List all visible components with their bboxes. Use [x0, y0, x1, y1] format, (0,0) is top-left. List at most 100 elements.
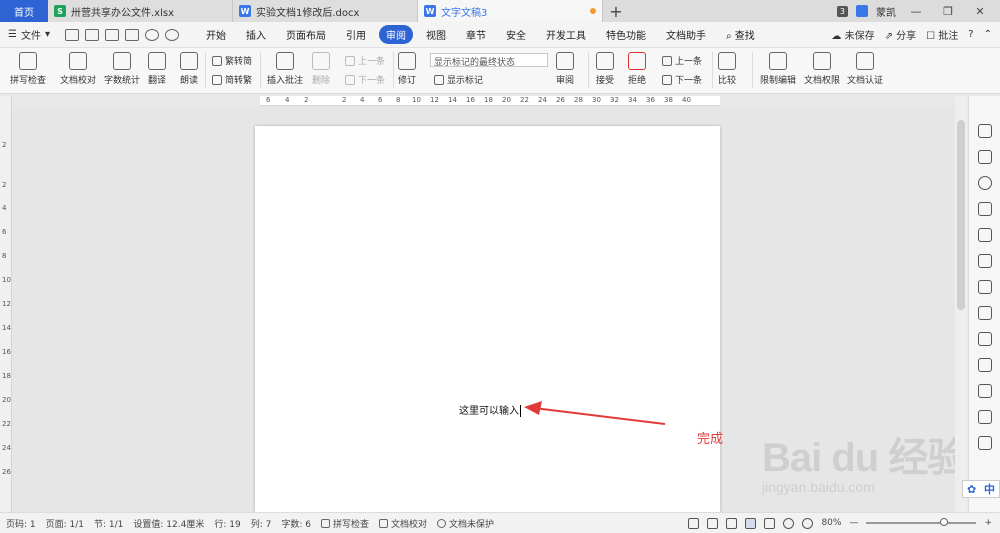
minimize-button[interactable]: —: [904, 5, 928, 18]
status-pages[interactable]: 页面: 1/1: [46, 517, 84, 530]
table-icon[interactable]: [978, 254, 992, 268]
undo-icon[interactable]: [145, 28, 159, 41]
image-icon[interactable]: [978, 384, 992, 398]
menu-page-layout[interactable]: 页面布局: [279, 25, 333, 44]
settings-icon[interactable]: [978, 436, 992, 450]
status-row[interactable]: 行: 19: [214, 517, 240, 530]
status-doc-proof[interactable]: 文档校对: [378, 517, 427, 530]
reading-view-icon[interactable]: [707, 517, 719, 529]
ime-indicator[interactable]: ✿ 中: [962, 480, 1000, 498]
zoom-slider[interactable]: [866, 518, 977, 526]
close-window-button[interactable]: ✕: [968, 5, 992, 18]
scrollbar-thumb[interactable]: [957, 120, 965, 310]
trad-to-simp-button[interactable]: 繁转简: [212, 54, 252, 67]
status-protection[interactable]: 文档未保护: [436, 517, 494, 530]
search-button[interactable]: ⌕ 查找: [719, 25, 762, 44]
sliders-icon[interactable]: [978, 332, 992, 346]
menu-home[interactable]: 开始: [199, 25, 233, 44]
doc-permission-button[interactable]: 文档权限: [804, 52, 840, 86]
menu-developer[interactable]: 开发工具: [539, 25, 593, 44]
insert-comment-button[interactable]: 插入批注: [267, 52, 303, 86]
save-icon[interactable]: [65, 28, 79, 41]
markup-mode-select[interactable]: 显示标记的最终状态: [430, 53, 548, 68]
menu-insert[interactable]: 插入: [239, 25, 273, 44]
zoom-in-button[interactable]: +: [984, 518, 992, 528]
print-preview-icon[interactable]: [125, 28, 139, 41]
web-view-icon[interactable]: [783, 517, 795, 529]
menu-chapter[interactable]: 章节: [459, 25, 493, 44]
unsaved-status[interactable]: ☁ 未保存: [831, 27, 874, 42]
new-tab-button[interactable]: +: [603, 0, 629, 22]
track-changes-button[interactable]: 修订: [398, 52, 416, 86]
export-icon[interactable]: [85, 28, 99, 41]
menu-review[interactable]: 审阅: [379, 25, 413, 44]
location-icon[interactable]: [978, 176, 992, 190]
eye-protect-icon[interactable]: [802, 517, 814, 529]
page-view-icon[interactable]: [745, 517, 757, 529]
pen-mode-icon[interactable]: [726, 517, 738, 529]
user-name[interactable]: 蒙凯: [876, 4, 896, 19]
menu-features[interactable]: 特色功能: [599, 25, 653, 44]
next-comment-button[interactable]: 下一条: [345, 73, 385, 86]
translate-button[interactable]: 翻译: [148, 52, 166, 86]
shapes-icon[interactable]: [978, 202, 992, 216]
file-menu[interactable]: ☰ 文件 ▾: [8, 27, 50, 42]
document-page[interactable]: [255, 126, 720, 512]
menu-references[interactable]: 引用: [339, 25, 373, 44]
tab-spreadsheet[interactable]: S 卅营共享办公文件.xlsx: [48, 0, 233, 22]
simp-to-trad-button[interactable]: 简转繁: [212, 73, 252, 86]
lock-icon[interactable]: [978, 358, 992, 372]
document-text[interactable]: 这里可以输入: [459, 402, 521, 417]
restrict-edit-button[interactable]: 限制编辑: [760, 52, 796, 86]
spell-check-button[interactable]: 拼写检查: [10, 52, 46, 86]
cursor-icon[interactable]: [978, 150, 992, 164]
window-count-badge[interactable]: 3: [836, 5, 848, 17]
fullscreen-icon[interactable]: [688, 517, 700, 529]
zoom-out-button[interactable]: —: [849, 518, 858, 528]
outline-view-icon[interactable]: [764, 517, 776, 529]
share-out-icon[interactable]: [978, 410, 992, 424]
next-change-button[interactable]: 下一条: [662, 73, 702, 86]
redo-icon[interactable]: [165, 28, 179, 41]
menu-doc-assistant[interactable]: 文档助手: [659, 25, 713, 44]
tab-docx[interactable]: W 实验文档1修改后.docx: [233, 0, 418, 22]
compare-button[interactable]: 比较: [718, 52, 736, 86]
simp-to-trad-icon: [212, 74, 222, 85]
prev-comment-button[interactable]: 上一条: [345, 54, 385, 67]
status-page-number[interactable]: 页码: 1: [6, 517, 36, 530]
zoom-slider-knob[interactable]: [939, 518, 948, 526]
print-icon[interactable]: [105, 28, 119, 41]
zoom-level[interactable]: 80%: [821, 518, 841, 528]
home-tab[interactable]: 首页: [0, 0, 48, 22]
accept-button[interactable]: 接受: [596, 52, 614, 86]
prev-change-button[interactable]: 上一条: [662, 54, 702, 67]
status-section[interactable]: 节: 1/1: [94, 517, 123, 530]
restore-button[interactable]: ❐: [936, 5, 960, 18]
reject-button[interactable]: 拒绝: [628, 52, 646, 86]
word-count-button[interactable]: 字数统计: [104, 52, 140, 86]
read-aloud-button[interactable]: 朗读: [180, 52, 198, 86]
user-avatar-icon[interactable]: [856, 5, 868, 17]
comment-button[interactable]: ☐ 批注: [926, 27, 958, 42]
delete-comment-button[interactable]: 删除: [312, 52, 330, 86]
chart-icon[interactable]: [978, 306, 992, 320]
help-button[interactable]: ?: [968, 29, 973, 40]
stamp-icon[interactable]: [978, 228, 992, 242]
status-setting[interactable]: 设置值: 12.4厘米: [133, 517, 204, 530]
status-spell-check[interactable]: 拼写检查: [320, 517, 369, 530]
menu-view[interactable]: 视图: [419, 25, 453, 44]
doc-proof-button[interactable]: 文档校对: [60, 52, 96, 86]
status-col[interactable]: 列: 7: [251, 517, 272, 530]
tab-current-document[interactable]: W 文字文稿3: [418, 0, 603, 22]
collapse-ribbon-icon[interactable]: ⌃: [984, 29, 992, 40]
horizontal-ruler[interactable]: 6 4 2 2 4 6 8 10 12 14 16 18 20 22 24 26…: [260, 96, 720, 106]
pen-icon[interactable]: [978, 124, 992, 138]
status-word-count[interactable]: 字数: 6: [281, 517, 311, 530]
review-pane-button[interactable]: 审阅: [556, 52, 574, 86]
menu-security[interactable]: 安全: [499, 25, 533, 44]
share-button[interactable]: ⇗ 分享: [885, 27, 917, 42]
copy-icon[interactable]: [978, 280, 992, 294]
doc-cert-button[interactable]: 文档认证: [847, 52, 883, 86]
vertical-ruler[interactable]: 2 2 4 6 8 10 12 14 16 18 20 22 24 26: [0, 96, 12, 512]
show-markup-button[interactable]: 显示标记: [434, 73, 483, 86]
